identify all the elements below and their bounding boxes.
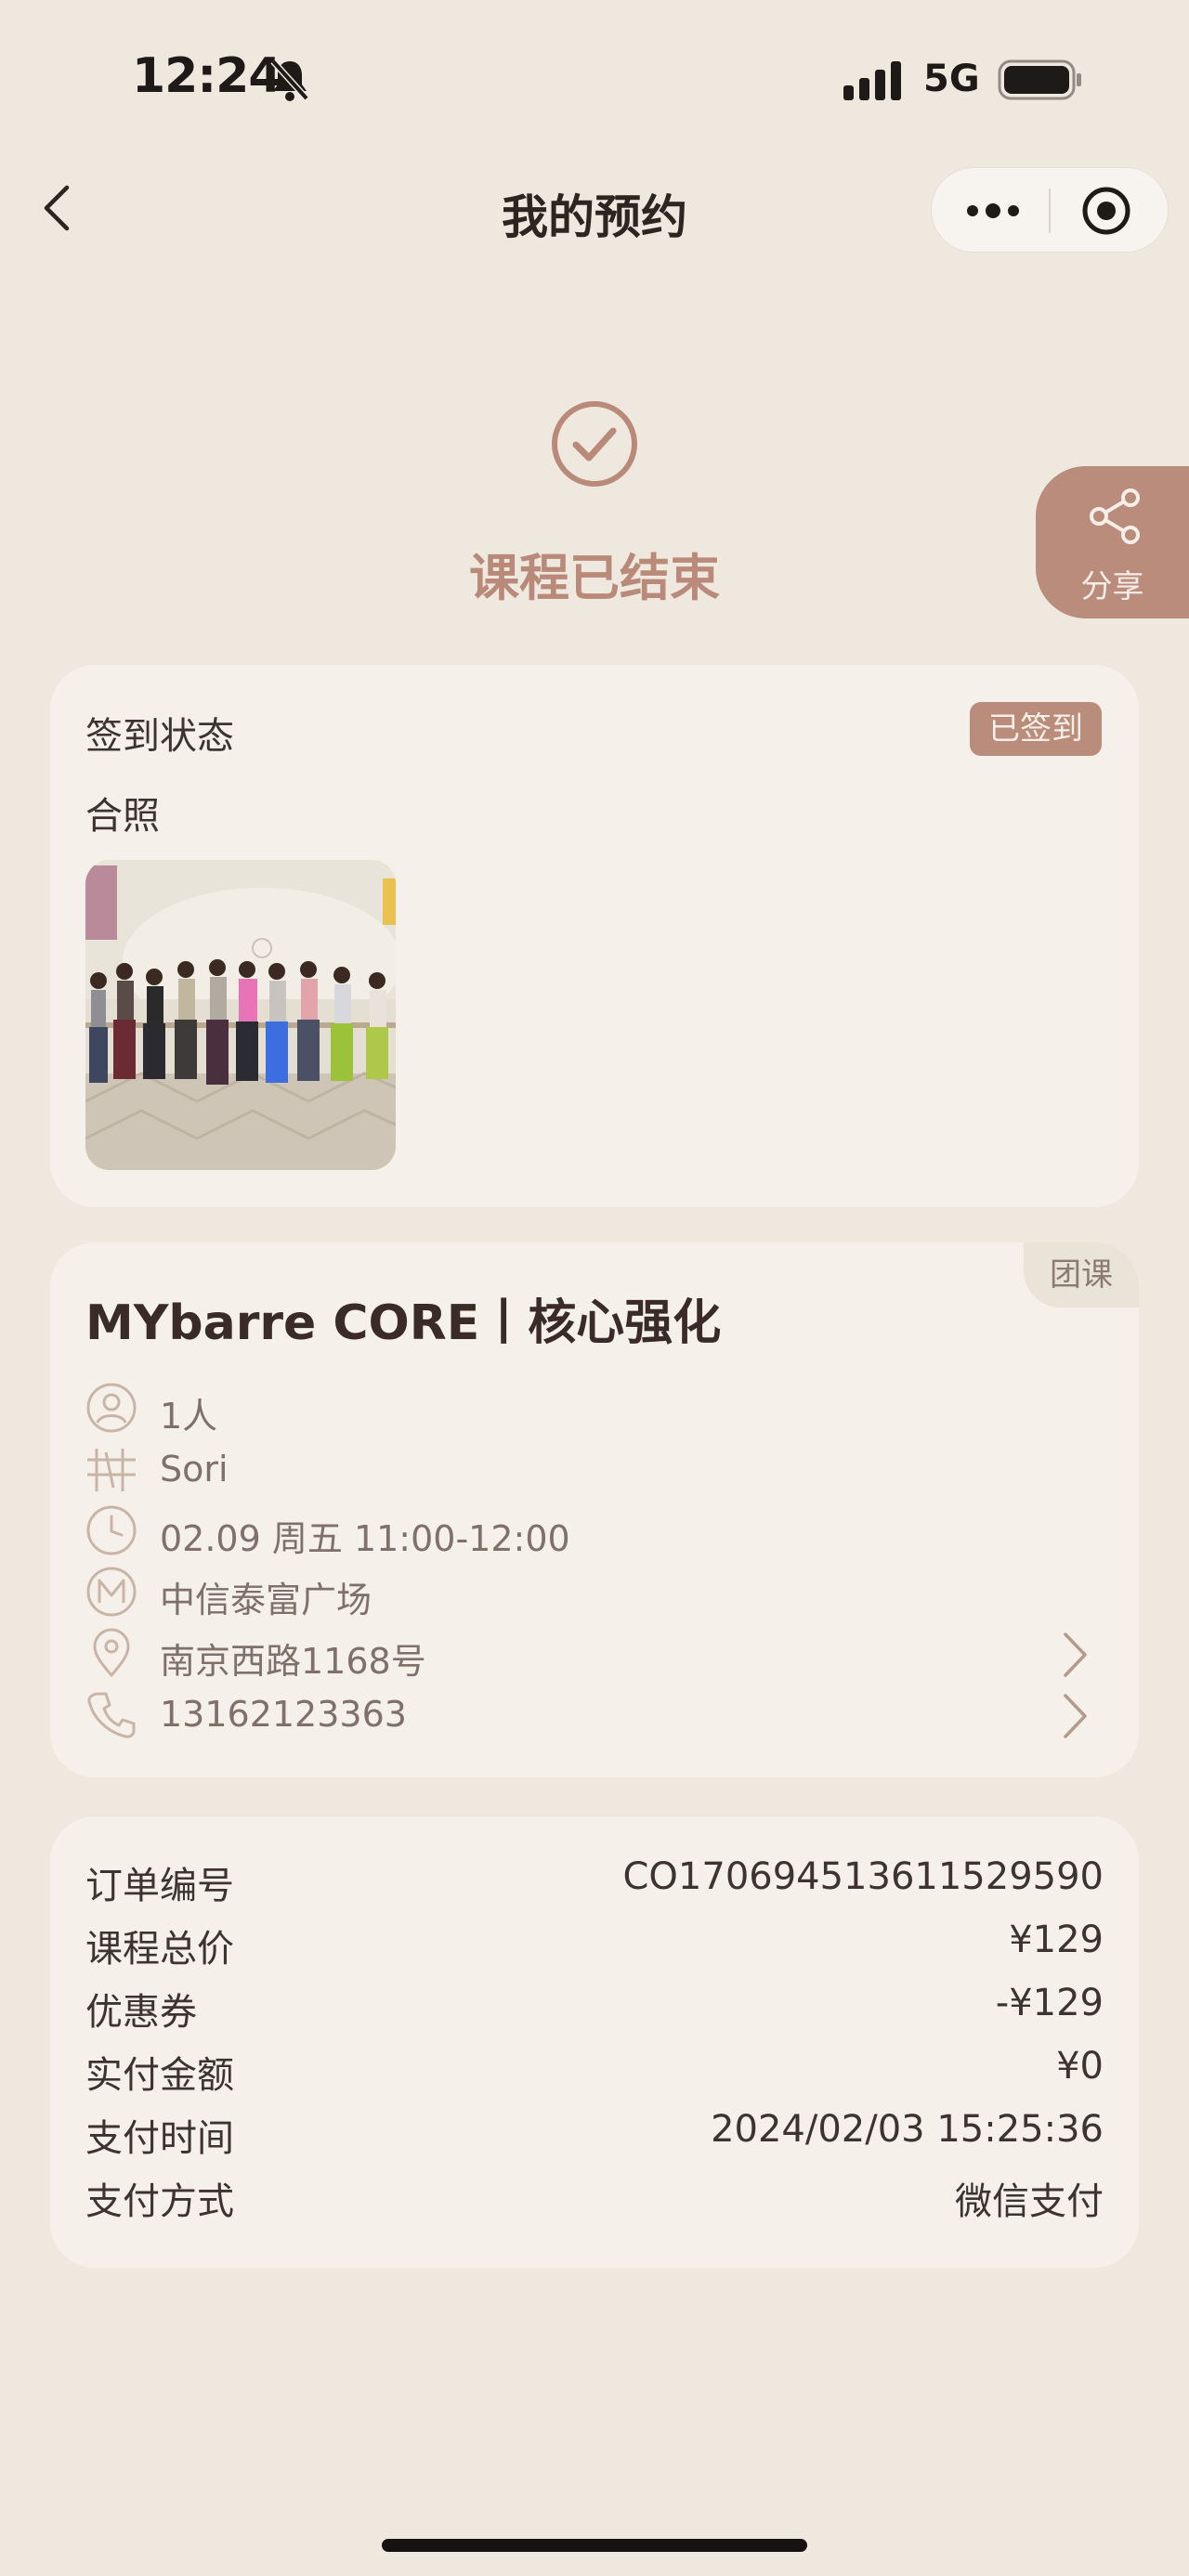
share-label: 分享 [1080,568,1144,605]
order-row-paid: 实付金额 ¥0 [85,2045,1104,2101]
phone-icon [87,1692,136,1738]
coupon-value: -¥129 [995,1982,1104,2024]
checked-in-badge: 已签到 [970,702,1102,756]
total-price-label: 课程总价 [85,1928,234,1971]
checkin-card: 签到状态 已签到 合照 [50,665,1139,1207]
order-card: 订单编号 CO170694513611529590 课程总价 ¥129 优惠券 … [50,1816,1139,2268]
coupon-label: 优惠券 [85,1991,197,2034]
order-row-number: 订单编号 CO170694513611529590 [85,1855,1104,1911]
total-price-value: ¥129 [1009,1919,1104,1961]
info-row-coach: Sori [85,1443,1107,1499]
person-icon [86,1383,137,1433]
chevron-right-icon[interactable] [1061,1631,1089,1679]
info-row-studio: 中信泰富广场 [85,1566,1107,1621]
paid-amount-label: 实付金额 [85,2054,234,2097]
capsule-divider [1049,189,1051,233]
group-photo[interactable] [85,860,396,1170]
network-type: 5G [923,58,980,100]
pay-method-value: 微信支付 [955,2180,1104,2223]
course-type-tag: 团课 [1024,1242,1139,1308]
status-time: 12:24 [132,48,282,104]
barre-icon [87,1449,136,1491]
bell-muted-icon [270,59,309,101]
studio-phone: 13162123363 [160,1694,407,1735]
course-card: 团课 MYbarre CORE丨核心强化 1人 Sori 02.09 周五 11… [50,1242,1139,1777]
studio-name: 中信泰富广场 [160,1580,372,1620]
people-count: 1人 [160,1396,218,1437]
more-icon[interactable] [965,190,1021,231]
location-icon [93,1628,130,1678]
course-status-title: 课程已结束 [469,549,720,607]
order-number-label: 订单编号 [85,1865,234,1907]
chevron-right-icon[interactable] [1061,1692,1089,1740]
order-row-pay-method: 支付方式 微信支付 [85,2171,1104,2227]
info-row-time: 02.09 周五 11:00-12:00 [85,1504,1107,1560]
order-number-value[interactable]: CO170694513611529590 [623,1855,1104,1898]
order-row-pay-time: 支付时间 2024/02/03 15:25:36 [85,2108,1104,2164]
signal-icon [843,61,901,100]
group-photo-image [85,860,396,1170]
info-row-phone[interactable]: 13162123363 [85,1688,1107,1744]
pay-time-value: 2024/02/03 15:25:36 [711,2108,1104,2151]
mini-program-capsule [931,167,1169,253]
checkin-status-label: 签到状态 [85,715,234,758]
share-button[interactable]: 分享 [1036,466,1189,618]
home-indicator[interactable] [382,2539,807,2552]
info-row-people: 1人 [85,1382,1107,1438]
target-icon[interactable] [1080,185,1132,237]
group-photo-label: 合照 [85,795,160,838]
check-circle-icon [552,401,637,487]
order-row-coupon: 优惠券 -¥129 [85,1982,1104,2037]
info-row-address[interactable]: 南京西路1168号 [85,1627,1107,1683]
studio-address: 南京西路1168号 [160,1641,426,1682]
brand-m-icon [86,1567,137,1617]
order-row-total: 课程总价 ¥129 [85,1919,1104,1974]
paid-amount-value: ¥0 [1056,2045,1104,2088]
pay-method-label: 支付方式 [85,2180,234,2223]
pay-time-label: 支付时间 [85,2117,234,2160]
course-title: MYbarre CORE丨核心强化 [85,1295,722,1351]
class-time: 02.09 周五 11:00-12:00 [160,1518,570,1559]
share-icon [1090,488,1140,544]
battery-icon [998,59,1081,100]
coach-name: Sori [160,1449,229,1490]
clock-icon [86,1505,137,1555]
